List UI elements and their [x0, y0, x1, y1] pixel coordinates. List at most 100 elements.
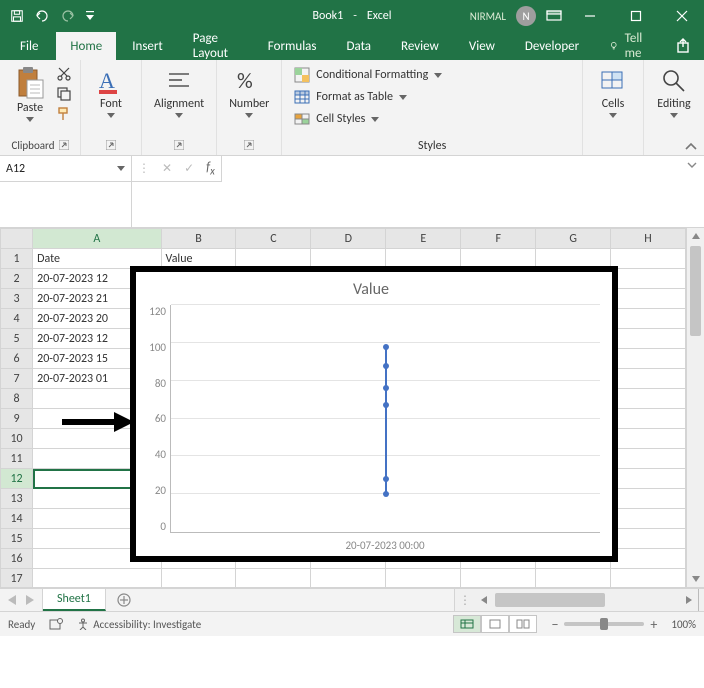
col-head-h[interactable]: H: [611, 229, 686, 249]
editing-button[interactable]: Editing: [652, 64, 696, 120]
tab-page-layout[interactable]: Page Layout: [179, 32, 252, 60]
name-box-input[interactable]: A12: [6, 162, 117, 176]
chevron-right-icon[interactable]: [26, 595, 34, 605]
scroll-thumb[interactable]: [690, 246, 701, 336]
horizontal-scrollbar[interactable]: ⋮: [454, 589, 704, 611]
dialog-launcher-icon[interactable]: [244, 140, 254, 150]
font-button[interactable]: A Font: [89, 64, 133, 120]
col-head-g[interactable]: G: [536, 229, 611, 249]
format-as-table-button[interactable]: Format as Table: [290, 88, 411, 106]
copy-icon[interactable]: [56, 86, 72, 102]
embedded-chart[interactable]: Value 120 100 80 60 40 20 0 20-07-2023 0…: [130, 266, 618, 562]
row-head[interactable]: 3: [1, 289, 33, 309]
alignment-button[interactable]: Alignment: [150, 64, 208, 120]
row-head[interactable]: 16: [1, 549, 33, 569]
zoom-out-icon[interactable]: −: [551, 616, 558, 633]
row-head[interactable]: 1: [1, 249, 33, 269]
chevron-down-icon: [245, 113, 253, 118]
zoom-in-icon[interactable]: +: [650, 616, 657, 633]
row-head[interactable]: 7: [1, 369, 33, 389]
dialog-launcher-icon[interactable]: [106, 140, 116, 150]
sheet-tab-sheet1[interactable]: Sheet1: [43, 589, 106, 611]
accessibility-status[interactable]: Accessibility: Investigate: [77, 618, 201, 631]
tab-file[interactable]: File: [4, 32, 54, 60]
cancel-formula-icon[interactable]: ✕: [162, 161, 172, 176]
paste-button[interactable]: Paste: [8, 64, 52, 124]
row-head[interactable]: 15: [1, 529, 33, 549]
row-head[interactable]: 13: [1, 489, 33, 509]
expand-formula-bar-icon[interactable]: [686, 160, 698, 170]
tab-formulas[interactable]: Formulas: [254, 32, 331, 60]
col-head-c[interactable]: C: [236, 229, 311, 249]
col-head-a[interactable]: A: [33, 229, 161, 249]
share-button[interactable]: [664, 32, 704, 60]
hscroll-thumb[interactable]: [495, 593, 605, 607]
row-head[interactable]: 6: [1, 349, 33, 369]
row-head[interactable]: 17: [1, 569, 33, 588]
insert-function-icon[interactable]: fx: [206, 160, 215, 178]
tab-review[interactable]: Review: [387, 32, 453, 60]
ribbon-display-options-icon[interactable]: [546, 9, 562, 23]
font-icon: A: [96, 66, 126, 96]
styles-group-label: Styles: [418, 139, 446, 153]
macro-record-icon[interactable]: [49, 617, 63, 631]
formula-input[interactable]: [222, 156, 704, 182]
cells-button[interactable]: Cells: [591, 64, 635, 120]
user-name[interactable]: NIRMAL: [470, 10, 506, 23]
row-head[interactable]: 10: [1, 429, 33, 449]
scroll-left-icon[interactable]: [475, 596, 493, 604]
tab-data[interactable]: Data: [333, 32, 386, 60]
zoom-level[interactable]: 100%: [671, 618, 696, 631]
row-head[interactable]: 5: [1, 329, 33, 349]
qat-dropdown-icon[interactable]: [86, 11, 94, 21]
scroll-up-icon[interactable]: [687, 228, 704, 244]
dialog-launcher-icon[interactable]: [59, 140, 69, 150]
enter-formula-icon[interactable]: ✓: [184, 161, 194, 176]
svg-text:A: A: [99, 68, 115, 93]
row-head[interactable]: 4: [1, 309, 33, 329]
format-painter-icon[interactable]: [56, 106, 72, 122]
select-all-cell[interactable]: [1, 229, 33, 249]
tab-insert[interactable]: Insert: [118, 32, 177, 60]
page-layout-view-button[interactable]: [481, 615, 509, 633]
minimize-button[interactable]: [572, 0, 608, 32]
col-head-f[interactable]: F: [461, 229, 536, 249]
chevron-down-icon: [175, 113, 183, 118]
zoom-slider[interactable]: − +: [551, 616, 657, 633]
chevron-down-icon: [107, 113, 115, 118]
new-sheet-button[interactable]: [106, 589, 142, 611]
col-head-e[interactable]: E: [386, 229, 461, 249]
tab-home[interactable]: Home: [56, 32, 116, 60]
scroll-right-icon[interactable]: [680, 596, 698, 604]
scroll-down-icon[interactable]: [687, 571, 704, 587]
row-head[interactable]: 9: [1, 409, 33, 429]
row-head[interactable]: 14: [1, 509, 33, 529]
cut-icon[interactable]: [56, 66, 72, 82]
redo-icon[interactable]: [60, 9, 76, 23]
tell-me[interactable]: Tell me: [597, 32, 662, 60]
row-head[interactable]: 12: [1, 469, 33, 489]
row-head[interactable]: 8: [1, 389, 33, 409]
vertical-scrollbar[interactable]: [686, 228, 704, 587]
maximize-button[interactable]: [618, 0, 654, 32]
chevron-left-icon[interactable]: [8, 595, 16, 605]
chevron-down-icon[interactable]: [117, 166, 125, 171]
tab-view[interactable]: View: [455, 32, 509, 60]
number-button[interactable]: % Number: [225, 64, 273, 120]
col-head-d[interactable]: D: [311, 229, 386, 249]
col-head-b[interactable]: B: [161, 229, 236, 249]
undo-icon[interactable]: [34, 9, 50, 23]
avatar[interactable]: N: [516, 6, 536, 26]
close-button[interactable]: [664, 0, 700, 32]
tab-developer[interactable]: Developer: [511, 32, 593, 60]
conditional-formatting-button[interactable]: Conditional Formatting: [290, 66, 446, 84]
normal-view-button[interactable]: [453, 615, 481, 633]
row-head[interactable]: 2: [1, 269, 33, 289]
save-icon[interactable]: [10, 9, 24, 23]
cell-styles-button[interactable]: Cell Styles: [290, 110, 383, 128]
dialog-launcher-icon[interactable]: [174, 140, 184, 150]
page-break-view-button[interactable]: [509, 615, 537, 633]
row-head[interactable]: 11: [1, 449, 33, 469]
sheet-nav[interactable]: [0, 589, 43, 611]
collapse-ribbon-icon[interactable]: [684, 141, 698, 151]
